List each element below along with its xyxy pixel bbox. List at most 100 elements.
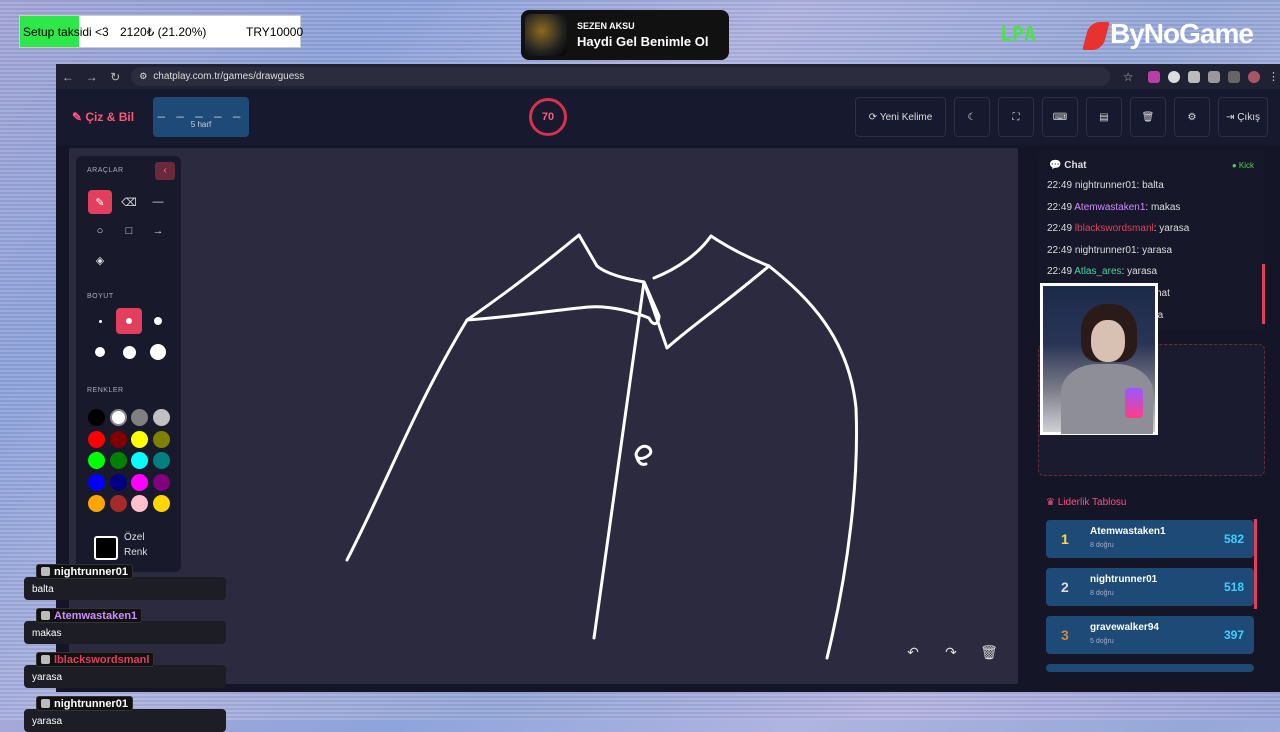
drawing-canvas[interactable]: ↶ ↷ 🗑 — [69, 148, 1018, 684]
extension-icon[interactable] — [1188, 70, 1200, 83]
size-option-1[interactable] — [87, 308, 113, 334]
exit-label: Çıkış — [1237, 111, 1260, 123]
word-length: 5 harf — [190, 120, 212, 129]
leaderboard-title-text: Liderlik Tablosu — [1057, 497, 1127, 508]
profile-avatar[interactable] — [1248, 70, 1260, 83]
custom-color-label: Özel Renk — [124, 530, 147, 560]
color-swatch[interactable] — [152, 430, 170, 448]
score: 518 — [1223, 580, 1244, 594]
redo-button[interactable]: ↷ — [938, 639, 964, 665]
message-time: 22:49 — [1047, 244, 1073, 256]
score: 582 — [1223, 532, 1244, 546]
fullscreen-button[interactable]: ⛶ — [998, 97, 1034, 137]
site-info-icon[interactable]: ⚙ — [139, 71, 147, 82]
address-field[interactable]: ⚙ chatplay.com.tr/games/drawguess — [131, 67, 1111, 86]
color-swatch[interactable] — [88, 495, 105, 512]
color-swatch[interactable] — [131, 409, 148, 426]
badge-icon — [41, 567, 50, 576]
brush-icon: ✎ — [95, 196, 105, 209]
stream-chat-text: yarasa — [24, 709, 226, 732]
settings-button[interactable]: ⚙ — [1174, 97, 1210, 137]
color-swatch[interactable] — [131, 430, 148, 448]
stream-chat-user: nightrunner01 — [36, 564, 133, 579]
badge-icon — [41, 655, 50, 664]
color-swatch[interactable] — [131, 473, 148, 491]
reload-icon[interactable]: ↻ — [103, 70, 127, 84]
rank: 2 — [1061, 579, 1069, 595]
rectangle-tool[interactable]: □ — [117, 219, 141, 243]
color-swatch[interactable] — [152, 452, 170, 469]
badge-icon — [41, 699, 50, 708]
color-swatch[interactable] — [88, 430, 105, 448]
chat-icon: 💬 — [1049, 160, 1062, 171]
chat-message: 22:49 nightrunner01: yarasa — [1047, 245, 1189, 267]
custom-color-button[interactable] — [94, 536, 118, 560]
color-swatch[interactable] — [131, 452, 148, 469]
color-swatch[interactable] — [88, 409, 105, 426]
color-swatch[interactable] — [88, 473, 105, 491]
leaderboard-scrollbar[interactable] — [1254, 519, 1257, 609]
extension-icon[interactable] — [1148, 70, 1160, 83]
back-icon[interactable]: ← — [56, 70, 80, 84]
sidebar-icon[interactable] — [1228, 70, 1240, 83]
color-swatch[interactable] — [131, 495, 148, 512]
chat-scrollbar[interactable] — [1262, 264, 1265, 324]
fill-tool[interactable]: ◈ — [88, 248, 112, 272]
line-tool[interactable]: — — [146, 190, 170, 214]
color-swatch[interactable] — [152, 473, 170, 491]
stream-chat-username: Atemwastaken1 — [54, 609, 138, 622]
arrow-tool[interactable]: → — [146, 219, 170, 243]
size-option-6[interactable] — [145, 339, 171, 365]
circle-icon: ○ — [96, 225, 104, 237]
brush-tool[interactable]: ✎ — [88, 190, 112, 214]
message-user[interactable]: Atlas_ares — [1074, 266, 1121, 277]
player-name: nightrunner01 — [1090, 574, 1158, 585]
word-hint: _ _ _ _ _ 5 harf — [153, 97, 249, 137]
puzzle-icon[interactable] — [1208, 70, 1220, 83]
size-option-2[interactable] — [116, 308, 142, 334]
message-user[interactable]: lblackswordsmanl — [1075, 223, 1154, 234]
new-word-button[interactable]: ⟳ Yeni Kelime — [855, 97, 946, 137]
collapse-panel-button[interactable]: ‹ — [155, 162, 175, 180]
message-user[interactable]: nightrunner01 — [1075, 180, 1137, 191]
donation-goal-bar: Setup taksidi <3 2120₺ (21.20%) TRY10000 — [19, 15, 303, 48]
message-user[interactable]: Atemwastaken1 — [1074, 202, 1145, 213]
color-swatch[interactable] — [109, 430, 127, 448]
person-face — [1091, 320, 1125, 362]
color-swatch[interactable] — [109, 452, 127, 469]
leaderboard-row: 3 gravewalker94 5 doğru 397 — [1046, 616, 1254, 654]
bookmark-star-icon[interactable]: ☆ — [1116, 70, 1140, 84]
size-option-4[interactable] — [87, 339, 113, 365]
dark-mode-button[interactable]: ☾ — [954, 97, 990, 137]
square-icon: □ — [125, 225, 133, 237]
color-swatch[interactable] — [109, 409, 127, 426]
color-swatch[interactable] — [152, 409, 170, 426]
undo-icon: ↶ — [907, 643, 919, 660]
keyboard-button[interactable]: ⌨ — [1042, 97, 1078, 137]
extension-icon[interactable] — [1168, 70, 1180, 83]
undo-button[interactable]: ↶ — [900, 639, 926, 665]
app-logo-text: Çiz & Bil — [85, 110, 135, 124]
eraser-tool[interactable]: ⌫ — [117, 190, 141, 214]
rank: 1 — [1061, 531, 1069, 547]
archive-button[interactable]: ▤ — [1086, 97, 1122, 137]
delete-button[interactable]: 🗑 — [1130, 97, 1166, 137]
size-option-5[interactable] — [116, 339, 142, 365]
brand-text: ByNoGame — [1110, 18, 1254, 49]
message-user[interactable]: nightrunner01 — [1075, 245, 1137, 256]
circle-tool[interactable]: ○ — [88, 219, 112, 243]
size-option-3[interactable] — [145, 308, 171, 334]
exit-button[interactable]: ⇥ Çıkış — [1218, 97, 1268, 137]
color-swatch[interactable] — [109, 473, 127, 491]
round-timer: 70 — [529, 98, 567, 136]
color-swatch[interactable] — [152, 495, 170, 512]
correct-count: 8 doğru — [1090, 590, 1114, 597]
score: 397 — [1223, 628, 1244, 642]
goal-amount: 2120₺ (21.20%) — [120, 25, 207, 39]
clear-button[interactable]: 🗑 — [976, 639, 1002, 665]
webcam-feed — [1040, 283, 1158, 435]
menu-kebab-icon[interactable]: ⋮ — [1268, 71, 1280, 83]
color-swatch[interactable] — [109, 495, 127, 512]
color-swatch[interactable] — [88, 452, 105, 469]
forward-icon[interactable]: → — [80, 70, 104, 84]
